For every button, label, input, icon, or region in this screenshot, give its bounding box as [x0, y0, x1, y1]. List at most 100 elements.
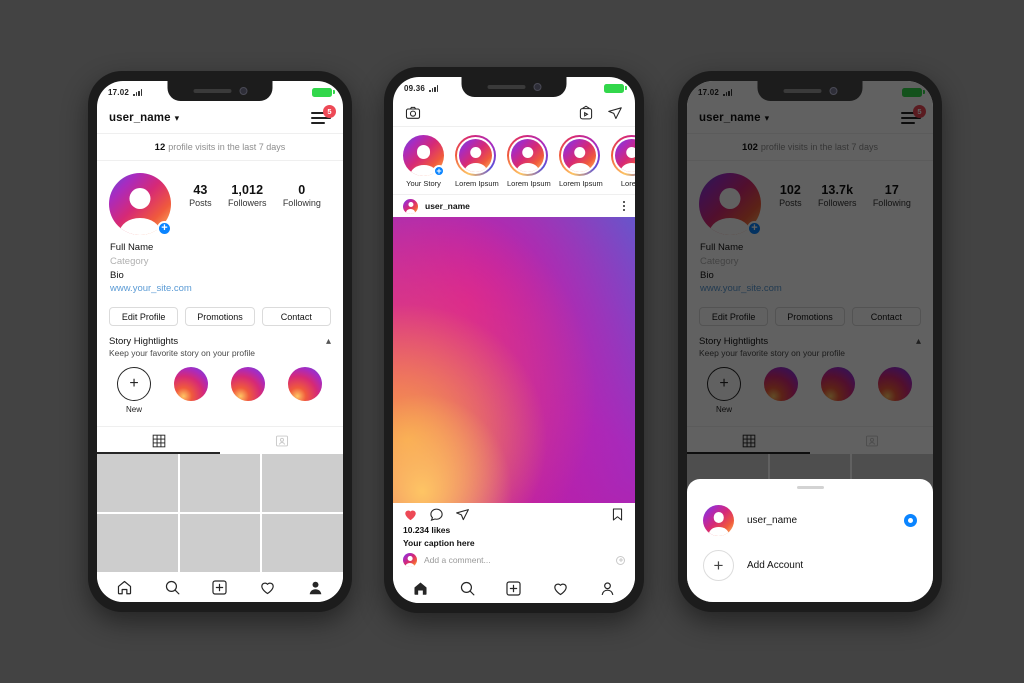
phone-notch — [461, 77, 567, 97]
battery-icon — [604, 83, 627, 93]
stat-followers[interactable]: 1,012 Followers — [228, 183, 267, 208]
comment-input[interactable]: Add a comment... — [424, 555, 609, 565]
hamburger-menu-icon[interactable]: 5 — [311, 105, 336, 125]
tab-tagged[interactable] — [220, 427, 343, 454]
highlight-thumbnail — [288, 367, 322, 402]
story-avatar: + — [403, 135, 445, 177]
highlight-thumbnail — [231, 367, 265, 402]
home-icon[interactable] — [412, 580, 429, 597]
grid-cell[interactable] — [179, 514, 261, 572]
story-item[interactable]: Lorem Ipsum — [455, 135, 499, 188]
story-label: Lorem — [620, 179, 635, 188]
add-post-icon[interactable] — [211, 579, 228, 596]
post-author-name[interactable]: user_name — [425, 201, 470, 211]
phone-1-screen: 17.02 user_name ▾ 5 12 profile visits in… — [97, 81, 343, 602]
story-unseen-ring — [507, 135, 548, 176]
story-avatar — [611, 135, 635, 176]
earpiece-speaker — [193, 89, 231, 93]
highlight-item[interactable] — [231, 367, 265, 402]
post-actions — [393, 503, 635, 525]
story-avatar — [559, 135, 600, 176]
bio-full-name: Full Name — [110, 242, 154, 253]
bio-website-link[interactable]: www.your_site.com — [110, 282, 330, 296]
direct-send-icon[interactable] — [607, 105, 623, 121]
stat-following[interactable]: 0 Following — [283, 183, 321, 208]
grid-cell[interactable] — [262, 514, 343, 572]
tagged-person-icon — [275, 435, 288, 446]
story-item[interactable]: Lorem — [611, 135, 635, 188]
drag-handle[interactable] — [796, 486, 824, 489]
highlight-item[interactable] — [288, 367, 322, 402]
visits-count: 12 — [154, 141, 166, 153]
grid-cell[interactable] — [97, 454, 178, 513]
story-highlights-row: + New — [97, 358, 343, 414]
phone-2-screen: 09.36 + Your Story Lorem Ipsum Lorem Ips… — [393, 77, 635, 603]
phone-notch — [757, 81, 863, 101]
add-emoji-icon[interactable] — [616, 555, 625, 565]
story-unseen-ring — [455, 135, 496, 176]
phone-notch — [167, 81, 273, 101]
post-header: user_name — [393, 195, 635, 217]
story-item[interactable]: Lorem Ipsum — [559, 135, 603, 188]
phone-3-account-switcher-screen: 17.02 user_name ▾ 5 102 profile visits i… — [678, 71, 942, 612]
add-account-row[interactable]: + Add Account — [687, 543, 933, 588]
grid-icon — [152, 434, 165, 447]
add-account-icon: + — [703, 550, 734, 581]
heart-icon[interactable] — [259, 579, 276, 596]
front-camera — [239, 87, 247, 95]
comment-icon[interactable] — [429, 507, 444, 522]
chevron-up-icon[interactable]: ▴ — [326, 336, 331, 347]
home-icon[interactable] — [116, 579, 133, 596]
profile-icon[interactable] — [307, 579, 324, 596]
account-row-current[interactable]: user_name — [687, 498, 933, 543]
account-switcher-sheet: user_name + Add Account — [687, 479, 933, 602]
stat-posts[interactable]: 43 Posts — [189, 183, 212, 208]
grid-cell[interactable] — [262, 454, 343, 513]
profile-stats: 43 Posts 1,012 Followers 0 Following — [171, 173, 331, 208]
radio-selected-icon[interactable] — [904, 514, 917, 527]
post-author-avatar[interactable] — [403, 198, 418, 214]
profile-icon[interactable] — [599, 580, 616, 597]
story-item[interactable]: Lorem Ipsum — [507, 135, 551, 188]
direct-send-icon[interactable] — [455, 507, 470, 522]
more-options-icon[interactable] — [622, 201, 625, 211]
highlight-item[interactable] — [174, 367, 208, 402]
avatar[interactable]: + — [109, 173, 172, 236]
profile-tabs — [97, 426, 343, 455]
add-post-icon[interactable] — [505, 580, 522, 597]
profile-username[interactable]: user_name — [109, 112, 171, 124]
search-icon[interactable] — [164, 579, 181, 596]
promotions-button[interactable]: Promotions — [185, 307, 255, 327]
post-image[interactable] — [393, 217, 635, 503]
tab-grid[interactable] — [97, 427, 220, 455]
grid-cell[interactable] — [179, 454, 261, 513]
story-label: Lorem Ipsum — [559, 179, 603, 188]
story-your-story[interactable]: + Your Story — [403, 135, 445, 188]
status-time: 17.02 — [108, 87, 130, 97]
add-story-plus-icon[interactable]: + — [433, 165, 445, 177]
story-unseen-ring — [559, 135, 600, 176]
earpiece-speaker — [783, 89, 821, 93]
add-story-plus-icon[interactable]: + — [157, 221, 172, 236]
grid-cell[interactable] — [97, 514, 178, 572]
mockup-canvas: 17.02 user_name ▾ 5 12 profile visits in… — [0, 0, 1024, 683]
bookmark-icon[interactable] — [610, 507, 625, 522]
story-label: Lorem Ipsum — [455, 179, 499, 188]
profile-action-buttons: Edit Profile Promotions Contact — [97, 296, 343, 327]
camera-icon[interactable] — [405, 105, 421, 121]
igtv-icon[interactable] — [578, 105, 594, 121]
highlight-new-label: New — [125, 405, 142, 415]
notification-badge: 5 — [323, 105, 336, 118]
heart-icon[interactable] — [552, 580, 569, 597]
heart-filled-icon[interactable] — [403, 507, 418, 522]
search-icon[interactable] — [459, 580, 476, 597]
add-comment-row[interactable]: Add a comment... — [393, 548, 635, 573]
highlight-new[interactable]: + New — [117, 367, 151, 414]
stat-value: 43 — [193, 183, 208, 197]
contact-button[interactable]: Contact — [261, 307, 331, 327]
story-label: Lorem Ipsum — [507, 179, 551, 188]
status-time: 09.36 — [404, 83, 426, 93]
bio-category: Category — [110, 255, 149, 267]
chevron-down-icon[interactable]: ▾ — [175, 113, 180, 124]
edit-profile-button[interactable]: Edit Profile — [109, 307, 179, 327]
